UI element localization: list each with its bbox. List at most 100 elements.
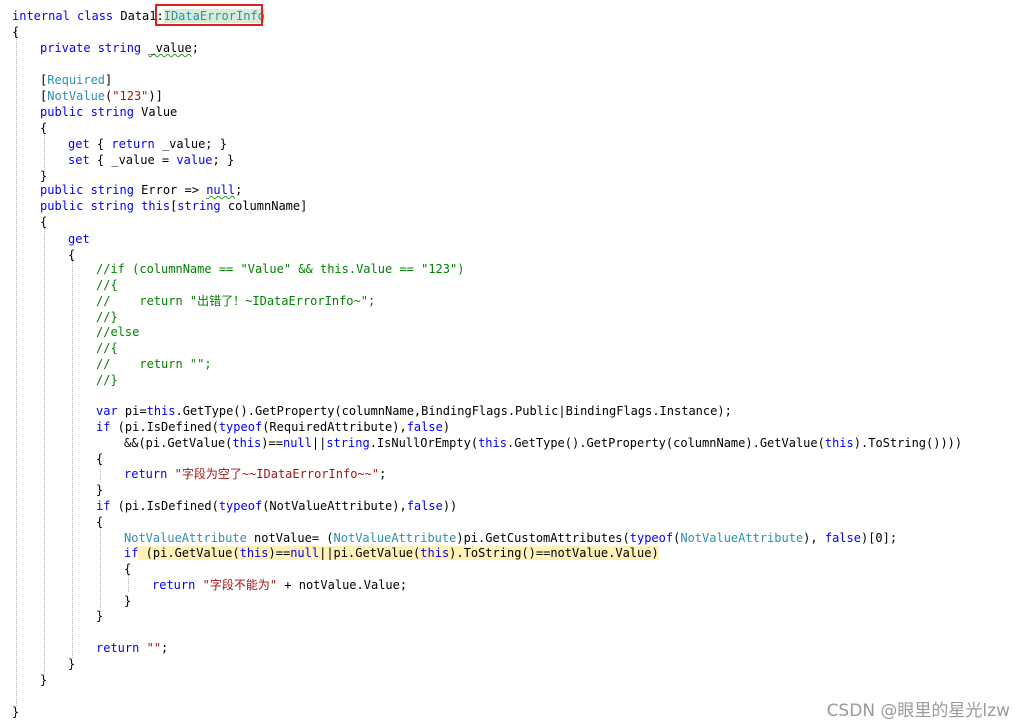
code-token: typeof bbox=[218, 499, 263, 513]
code-token: public string bbox=[40, 105, 142, 119]
code-token: NotValueAttribute bbox=[680, 531, 804, 545]
code-token: return bbox=[124, 467, 168, 481]
code-line: //} bbox=[96, 372, 118, 388]
code-line: // return ""; bbox=[96, 356, 212, 372]
code-token: (pi.GetValue( bbox=[138, 546, 240, 560]
code-token: false bbox=[824, 531, 861, 545]
code-token: + notValue.Value; bbox=[277, 578, 408, 592]
code-line: [Required] bbox=[40, 72, 112, 88]
code-token: // return ""; bbox=[96, 357, 212, 371]
code-token: ; bbox=[235, 183, 243, 197]
code-token: NotValue bbox=[47, 89, 106, 103]
code-line: &&(pi.GetValue(this)==null||string.IsNul… bbox=[124, 435, 962, 451]
code-line: { bbox=[12, 24, 19, 40]
code-line: public string Error => null; bbox=[40, 182, 242, 198]
code-line: } bbox=[124, 593, 131, 609]
indent-guide bbox=[72, 258, 73, 658]
code-token: this bbox=[478, 436, 507, 450]
code-token: get bbox=[68, 137, 90, 151]
code-token: { bbox=[96, 452, 104, 466]
code-token: get bbox=[68, 232, 90, 246]
code-token: Error => bbox=[141, 183, 207, 197]
code-token: ||pi.GetValue( bbox=[319, 546, 421, 560]
code-token: )] bbox=[148, 89, 163, 103]
code-token: NotValueAttribute bbox=[333, 531, 457, 545]
code-token: { bbox=[96, 515, 104, 529]
code-line: //} bbox=[96, 309, 118, 325]
code-token: // return "出错了！~IDataErrorInfo~"; bbox=[96, 294, 376, 308]
code-token: this bbox=[146, 404, 176, 418]
code-token: return bbox=[111, 137, 155, 151]
code-line: } bbox=[12, 704, 19, 720]
code-line: var pi=this.GetType().GetProperty(column… bbox=[96, 403, 732, 419]
code-line: return ""; bbox=[96, 640, 168, 656]
indent-guide bbox=[44, 228, 45, 674]
code-token: public string bbox=[40, 199, 142, 213]
code-token: } bbox=[96, 609, 104, 623]
code-token: null bbox=[282, 436, 312, 450]
code-line: { bbox=[96, 514, 103, 530]
code-token: )== bbox=[268, 546, 291, 560]
code-line: } bbox=[40, 672, 47, 688]
code-editor[interactable]: internal class Data1:IDataErrorInfo{priv… bbox=[0, 0, 1024, 727]
code-line: get { return _value; } bbox=[68, 136, 227, 152]
code-token: notValue= ( bbox=[246, 531, 334, 545]
code-token: } bbox=[40, 169, 48, 183]
code-token: this bbox=[239, 546, 269, 560]
code-token: )== bbox=[261, 436, 283, 450]
code-token: "123" bbox=[112, 89, 149, 103]
code-line: //{ bbox=[96, 340, 118, 356]
code-token: this bbox=[824, 436, 854, 450]
code-token: (NotValueAttribute), bbox=[262, 499, 407, 513]
code-line: if (pi.GetValue(this)==null||pi.GetValue… bbox=[124, 545, 659, 561]
code-token: } bbox=[40, 673, 48, 687]
code-line: { bbox=[40, 214, 47, 230]
code-token: var bbox=[96, 404, 118, 418]
code-token: { _value = bbox=[89, 153, 177, 167]
code-line: NotValueAttribute notValue= (NotValueAtt… bbox=[124, 530, 897, 546]
code-token: &&(pi.GetValue( bbox=[124, 436, 233, 450]
code-line: if (pi.IsDefined(typeof(RequiredAttribut… bbox=[96, 419, 450, 435]
code-token: )) bbox=[442, 499, 458, 513]
code-line: [NotValue("123")] bbox=[40, 88, 163, 104]
code-token: ; } bbox=[212, 153, 235, 167]
code-token: (RequiredAttribute), bbox=[262, 420, 407, 434]
code-token: { bbox=[12, 25, 20, 39]
code-line: public string this[string columnName] bbox=[40, 198, 307, 214]
code-token: ] bbox=[105, 73, 113, 87]
code-token: { bbox=[68, 248, 76, 262]
code-line: { bbox=[124, 561, 131, 577]
code-token: Value bbox=[141, 105, 178, 119]
code-token: return bbox=[152, 578, 196, 592]
code-token: private string bbox=[40, 41, 149, 55]
code-token: NotValueAttribute bbox=[124, 531, 247, 545]
code-token: Data1 bbox=[120, 9, 157, 23]
code-token: columnName] bbox=[220, 199, 308, 213]
code-token: "字段为空了~~IDataErrorInfo~~" bbox=[174, 467, 380, 481]
code-token: this bbox=[420, 546, 450, 560]
code-token: //} bbox=[96, 310, 118, 324]
code-token: { bbox=[89, 137, 112, 151]
code-token: return bbox=[96, 641, 140, 655]
code-token: ; bbox=[161, 641, 169, 655]
code-token: )pi.GetCustomAttributes( bbox=[456, 531, 630, 545]
code-token: typeof bbox=[218, 420, 263, 434]
code-token: ; bbox=[379, 467, 387, 481]
code-token: //if (columnName == "Value" && this.Valu… bbox=[96, 262, 465, 276]
code-token: value bbox=[176, 153, 213, 167]
code-token: if bbox=[96, 420, 111, 434]
code-token: { bbox=[40, 121, 48, 135]
code-token: public string bbox=[40, 183, 142, 197]
code-token: )[0]; bbox=[860, 531, 898, 545]
code-token: .GetType().GetProperty(columnName,Bindin… bbox=[175, 404, 732, 418]
code-token: } bbox=[96, 483, 104, 497]
code-token: { bbox=[40, 215, 48, 229]
code-line: if (pi.IsDefined(typeof(NotValueAttribut… bbox=[96, 498, 457, 514]
code-token: string bbox=[177, 199, 221, 213]
code-token: ) bbox=[442, 420, 451, 434]
code-token: (pi.IsDefined( bbox=[110, 420, 219, 434]
code-token: //{ bbox=[96, 278, 118, 292]
code-token: this bbox=[141, 199, 171, 213]
code-line: } bbox=[68, 656, 75, 672]
